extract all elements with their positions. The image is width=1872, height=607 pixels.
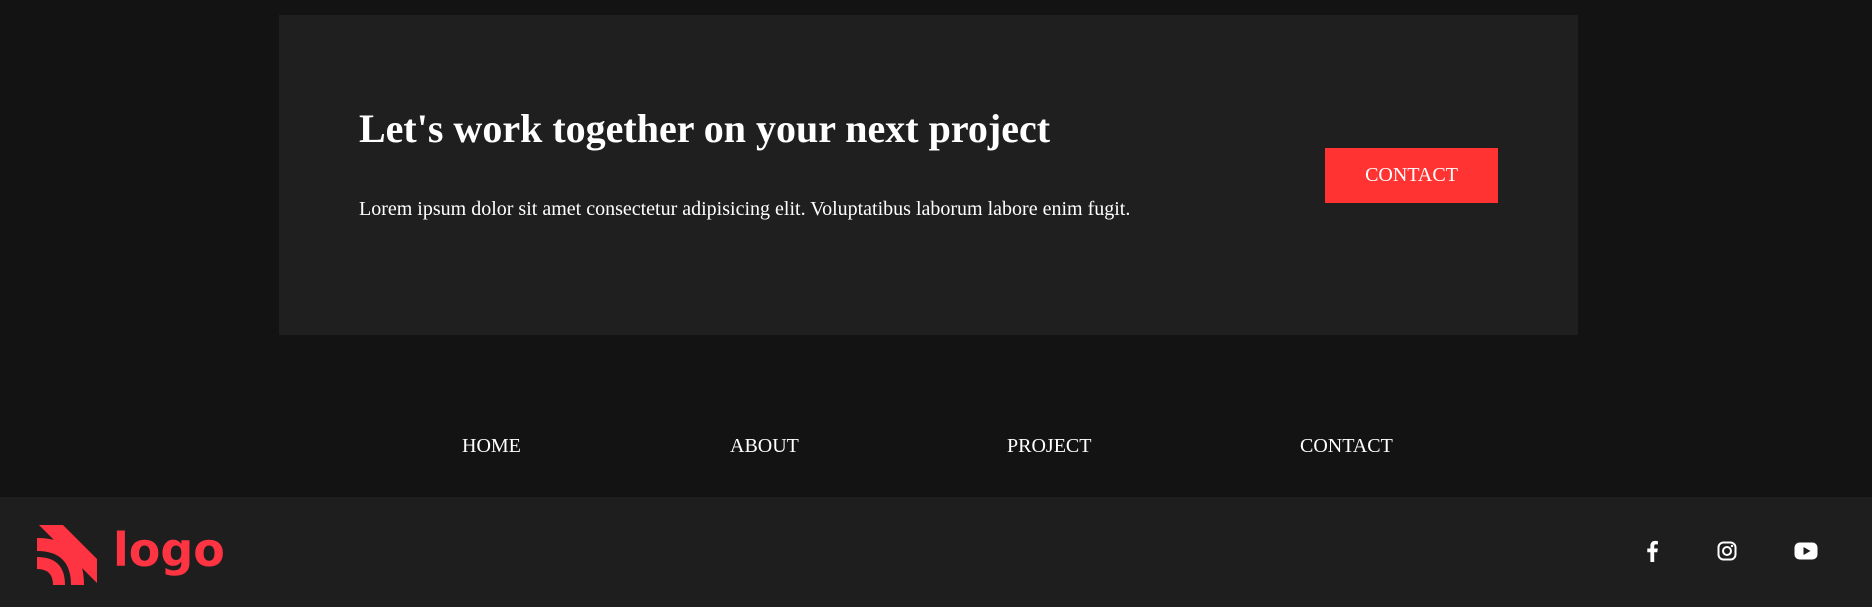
- cta-panel: Let's work together on your next project…: [279, 15, 1578, 335]
- logo-mark-icon: [37, 525, 97, 585]
- instagram-link[interactable]: [1713, 537, 1741, 565]
- cta-heading: Let's work together on your next project: [359, 106, 1051, 151]
- youtube-link[interactable]: [1792, 537, 1820, 565]
- logo-text: logo: [113, 523, 225, 577]
- nav-link-home[interactable]: HOME: [462, 436, 521, 456]
- footer-bar: logo: [0, 497, 1872, 607]
- nav-link-about[interactable]: ABOUT: [730, 436, 799, 456]
- facebook-icon: [1647, 540, 1658, 562]
- youtube-icon: [1794, 542, 1818, 560]
- nav-link-contact[interactable]: CONTACT: [1300, 436, 1393, 456]
- instagram-icon: [1717, 541, 1737, 561]
- cta-description: Lorem ipsum dolor sit amet consectetur a…: [359, 198, 1131, 220]
- cta-contact-button[interactable]: CONTACT: [1325, 148, 1498, 203]
- facebook-link[interactable]: [1638, 537, 1666, 565]
- logo[interactable]: logo: [37, 523, 225, 585]
- nav-link-project[interactable]: PROJECT: [1007, 436, 1091, 456]
